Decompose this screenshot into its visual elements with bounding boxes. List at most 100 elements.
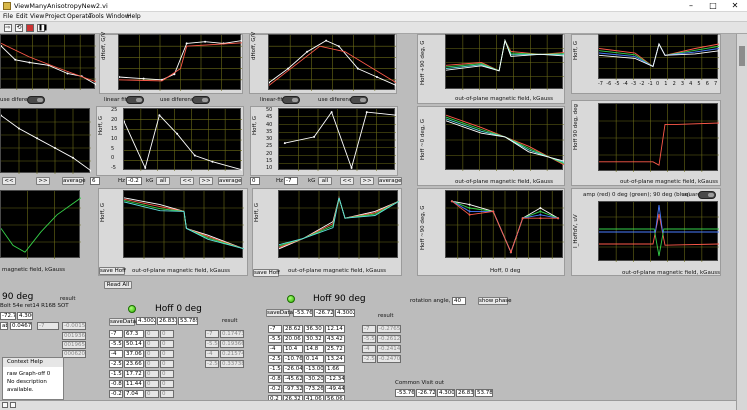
hoff0-cell[interactable]: 0 [145,330,159,338]
hoff90-result-cell[interactable]: -4 [362,345,376,353]
hoff0-cell[interactable]: 0 [145,340,159,348]
hoff0-result-cell[interactable]: -7 [205,330,219,338]
hoff0-result-cell[interactable]: 0.193668 [220,340,244,348]
hoff90-cell[interactable]: -73.26 [304,385,324,393]
hoff90-cell[interactable]: -7 [268,325,282,333]
hoff90-cell[interactable]: -45.62 [283,375,303,383]
hoff90-cell[interactable]: 30.32 [304,335,324,343]
all-button-1[interactable]: all [156,177,170,185]
close-button[interactable]: ✕ [724,0,746,12]
common-visit-cell[interactable]: 4.30025 [437,389,455,397]
hoff90-cell[interactable]: 36.30 [304,325,324,333]
hoff0-result-cell[interactable]: 0.174733 [220,330,244,338]
next-button-1[interactable]: >> [36,177,50,185]
hoff0-cell[interactable]: 0 [160,370,174,378]
menu-edit[interactable]: Edit [16,13,28,20]
hoff0-cell[interactable]: 0 [160,360,174,368]
hoff0-result-cell[interactable]: -2.5 [205,360,219,368]
save-data-button-hoff90[interactable]: saveData [266,309,293,317]
left-val-1[interactable]: -72.7241 [0,312,16,320]
lock-icon[interactable] [2,402,8,408]
hoff90-cell[interactable]: -26.04 [283,365,303,373]
context-help-window[interactable]: Context Help raw Graph-off 0 No descript… [2,357,64,400]
hoff90-cell[interactable]: -30.20 [304,375,324,383]
hoff90-cell[interactable]: -4 [268,345,282,353]
abort-icon[interactable] [26,24,34,32]
common-visit-cell[interactable]: 26.833 [456,389,474,397]
hoff0-cell[interactable]: -7 [109,330,123,338]
save-hoff-button-2[interactable]: save Hoff [253,269,280,277]
hoff0-cell[interactable]: 50.14 [124,340,144,348]
menu-tools[interactable]: Tools [89,13,104,20]
hoff0-cell[interactable]: 37.06 [124,350,144,358]
hoff90-cell[interactable]: -12.34 [325,375,345,383]
hoff0-cell[interactable]: -4 [109,350,123,358]
maximize-button[interactable]: □ [702,0,724,12]
prev-button-2[interactable]: << [180,177,194,185]
save-data-button-hoff0[interactable]: saveData [109,318,136,326]
hoff90-cell[interactable]: -0.2 [268,385,282,393]
hoff90-cell[interactable]: -1.5 [268,365,282,373]
hoff90-cell[interactable]: 10.4 [283,345,303,353]
hoff0-cell[interactable]: 23.66 [124,360,144,368]
save-hoff-button-1[interactable]: save Hoff [99,267,126,275]
hoff0-hdr-3[interactable]: 53.789 [178,317,198,325]
hoff90-cell[interactable]: 28.62 [283,325,303,333]
hoff0-hdr-2[interactable]: 26.833 [157,317,177,325]
square-toggle[interactable] [698,191,716,199]
hoff0-result-cell[interactable]: 0.215744 [220,350,244,358]
common-visit-cell[interactable]: -53.7621 [395,389,415,397]
hoff0-cell[interactable]: -5.5 [109,340,123,348]
next-button-2[interactable]: >> [199,177,213,185]
menu-help[interactable]: Help [127,13,141,20]
hoff90-result-cell[interactable]: -0.247038 [377,355,401,363]
next-button-3[interactable]: >> [360,177,374,185]
hoff90-cell[interactable]: -13.00 [304,365,324,373]
run-arrow-icon[interactable]: ⇨ [4,24,12,32]
minimize-button[interactable]: – [680,0,702,12]
field-value-1[interactable]: -0.2 [126,177,142,185]
hoff0-cell[interactable]: 17.72 [124,370,144,378]
pause-icon[interactable]: ❚❚ [37,24,48,32]
vertical-scrollbar[interactable] [736,34,747,410]
hoff0-cell[interactable]: -0.2 [109,390,123,398]
freq-field-2[interactable]: 0 [250,177,260,185]
average-button-3[interactable]: average [378,177,402,185]
hoff0-cell[interactable]: 0 [145,380,159,388]
hoff0-cell[interactable]: 0 [160,350,174,358]
menu-operate[interactable]: Operate [67,13,91,20]
average-button-2[interactable]: average [218,177,242,185]
hoff90-cell[interactable]: 20.06 [283,335,303,343]
linear-fit-toggle-2[interactable] [282,96,300,104]
hoff90-result-cell[interactable]: -2.5 [362,355,376,363]
hoff90-result-cell[interactable]: -0.241418 [377,345,401,353]
hoff0-cell[interactable]: 7.04 [124,390,144,398]
hoff90-cell[interactable]: 12.14 [325,325,345,333]
help-icon[interactable] [10,402,16,408]
prev-button-3[interactable]: << [340,177,354,185]
use-difference-toggle-3[interactable] [350,96,368,104]
hoff90-cell[interactable]: -5.5 [268,335,282,343]
hoff0-result-cell[interactable]: -4 [205,350,219,358]
hoff0-cell[interactable]: 0 [160,330,174,338]
hoff0-cell[interactable]: 0 [145,350,159,358]
hoff90-cell[interactable]: 13.24 [325,355,345,363]
hoff0-cell[interactable]: 0 [160,390,174,398]
hoff0-result-cell[interactable]: -5.5 [205,340,219,348]
run-continuous-icon[interactable]: ⟲ [15,24,23,32]
all-button-2[interactable]: all [318,177,332,185]
hoff90-hdr-3[interactable]: 4.30025 [335,309,355,317]
hoff90-result-cell[interactable]: -0.276587 [377,325,401,333]
hoff90-cell[interactable]: 43.42 [325,335,345,343]
hoff0-cell[interactable]: -0.8 [109,380,123,388]
use-difference-toggle-2[interactable] [192,96,210,104]
hoff90-result-cell[interactable]: -7 [362,325,376,333]
freq-field-1[interactable]: 6 [90,177,100,185]
hoff90-cell[interactable]: -97.32 [283,385,303,393]
hoff90-cell[interactable]: 1.66 [325,365,345,373]
menu-project[interactable]: Project [45,13,66,20]
hoff0-cell[interactable]: 0 [145,370,159,378]
hoff0-cell[interactable]: 0 [145,390,159,398]
show-phase-button[interactable]: show phase [478,297,512,305]
hoff90-cell[interactable]: -49.44 [325,385,345,393]
